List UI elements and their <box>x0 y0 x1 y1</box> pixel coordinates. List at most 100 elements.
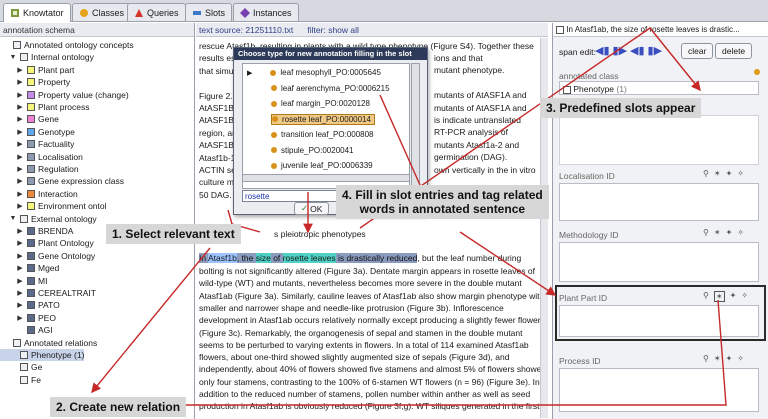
tree-item[interactable]: Ge <box>0 361 42 373</box>
search-icon[interactable]: ⚲ <box>703 169 709 178</box>
type-list-item[interactable]: ▶ leaf mesophyll_PO:0005645 <box>247 67 381 78</box>
expand-icon[interactable]: ▶ <box>247 69 252 77</box>
selected-sentence[interactable]: In Atasf1b, the size of rosette leaves i… <box>199 252 521 264</box>
type-list-item[interactable]: rosette leaf_PO:0000014 <box>271 113 375 125</box>
tab-knowtator[interactable]: Knowtator <box>3 3 71 22</box>
expand-icon[interactable]: ▶ <box>16 252 24 260</box>
span-shrink-left-icon[interactable]: ▮▶ <box>613 44 628 57</box>
tree-item[interactable]: Phenotype (1) <box>0 349 85 361</box>
expand-icon[interactable]: ▶ <box>16 227 24 235</box>
remove-icon[interactable]: ✧ <box>737 228 744 237</box>
ok-button[interactable]: ✓ OK <box>294 202 330 215</box>
expand-icon[interactable]: ▶ <box>16 314 24 322</box>
expand-icon[interactable]: ▶ <box>16 202 24 210</box>
create-icon[interactable]: ✦ <box>726 169 733 178</box>
tree-item[interactable]: AGI <box>0 324 53 336</box>
clear-button[interactable]: clear <box>681 43 714 59</box>
create-icon[interactable]: ✦ <box>726 354 733 363</box>
tree-item[interactable]: Annotated ontology concepts <box>0 39 134 51</box>
filter-value[interactable]: show all <box>328 25 359 35</box>
type-list[interactable]: ▶ leaf mesophyll_PO:0005645leaf aerenchym… <box>242 63 410 189</box>
tree-item[interactable]: ▶ Regulation <box>0 163 78 175</box>
text-source-value[interactable]: 21251110.txt <box>245 25 293 35</box>
remove-icon[interactable]: ✧ <box>737 354 744 363</box>
tree-item[interactable]: ▶ Property <box>0 76 70 88</box>
annotation-gene[interactable]: Atasf1b <box>207 253 237 263</box>
expand-icon[interactable]: ▶ <box>16 128 24 136</box>
tree-item[interactable]: ▶ Mged <box>0 262 59 274</box>
expand-icon[interactable]: ▶ <box>16 78 24 86</box>
tree-item[interactable]: ▶ Gene Ontology <box>0 250 95 262</box>
tree-item[interactable]: ▼ External ontology <box>0 213 97 225</box>
tree-item[interactable]: ▶ Genotype <box>0 126 75 138</box>
expand-icon[interactable]: ▶ <box>16 103 24 111</box>
slot-field-localisation[interactable] <box>559 183 759 221</box>
tree-item[interactable]: Fe <box>0 374 41 386</box>
tree-item[interactable]: Annotated relations <box>0 337 97 349</box>
text-scrollbar[interactable] <box>540 38 548 418</box>
type-list-hscrollbar[interactable] <box>242 174 410 182</box>
tree-item[interactable]: ▶ Environment ontol <box>0 200 106 212</box>
expand-icon[interactable]: ▶ <box>16 140 24 148</box>
search-icon[interactable]: ⚲ <box>703 228 709 237</box>
span-grow-left-icon[interactable]: ◀▮ <box>595 44 610 57</box>
annotated-class-field[interactable]: Phenotype (1) <box>559 81 759 95</box>
annotation-plant-part[interactable]: rosette leaves <box>282 253 336 263</box>
class-picker-icon[interactable] <box>754 69 760 75</box>
tree-item[interactable]: ▶ CEREALTRAIT <box>0 287 96 299</box>
expand-icon[interactable]: ▶ <box>16 264 24 272</box>
collapse-icon[interactable]: ▼ <box>9 215 17 222</box>
collapse-icon[interactable]: ▼ <box>9 54 17 61</box>
expand-icon[interactable]: ▶ <box>16 91 24 99</box>
tree-item[interactable]: ▶ Plant part <box>0 64 74 76</box>
type-list-item[interactable]: juvenile leaf_PO:0006339 <box>271 160 373 171</box>
slot-field-plant-part[interactable] <box>559 305 759 337</box>
type-list-item[interactable]: leaf margin_PO:0020128 <box>271 98 370 109</box>
remove-icon[interactable]: ✧ <box>741 291 748 302</box>
create-icon[interactable]: ✦ <box>726 228 733 237</box>
span-grow-right-icon[interactable]: ▮▶ <box>648 44 663 57</box>
add-instance-icon[interactable]: ✶ <box>714 228 721 237</box>
expand-icon[interactable]: ▶ <box>16 66 24 74</box>
create-icon[interactable]: ✦ <box>730 291 737 302</box>
tab-queries[interactable]: Queries <box>127 3 186 21</box>
slot-field-methodology[interactable] <box>559 242 759 282</box>
slot-field-process[interactable] <box>559 368 759 412</box>
expand-icon[interactable]: ▶ <box>16 165 24 173</box>
type-list-item[interactable]: leaf aerenchyma_PO:0006215 <box>271 83 390 94</box>
annotation-property[interactable]: size <box>255 253 271 263</box>
expand-icon[interactable]: ▶ <box>16 153 24 161</box>
search-icon[interactable]: ⚲ <box>703 354 709 363</box>
expand-icon[interactable]: ▶ <box>16 177 24 185</box>
tree-item[interactable]: ▶ Localisation <box>0 151 83 163</box>
type-list-item[interactable]: transition leaf_PO:000808 <box>271 129 374 140</box>
tab-instances[interactable]: Instances <box>233 3 299 21</box>
tree-item[interactable]: ▶ MI <box>0 275 47 287</box>
add-instance-icon[interactable]: ✶ <box>714 169 721 178</box>
tree-item[interactable]: ▶ Plant Ontology <box>0 237 93 249</box>
tree-item[interactable]: ▶ Property value (change) <box>0 89 128 101</box>
tree-item[interactable]: ▼ Internal ontology <box>0 51 94 63</box>
expand-icon[interactable]: ▶ <box>16 239 24 247</box>
tree-item[interactable]: ▶ PATO <box>0 299 59 311</box>
expand-icon[interactable]: ▶ <box>16 301 24 309</box>
tab-slots[interactable]: Slots <box>185 3 233 21</box>
tree-item[interactable]: ▶ BRENDA <box>0 225 73 237</box>
delete-button[interactable]: delete <box>715 43 753 59</box>
add-instance-icon[interactable]: ✶ <box>713 291 725 302</box>
type-list-scrollbar[interactable] <box>411 63 420 189</box>
expand-icon[interactable]: ▶ <box>16 277 24 285</box>
tree-item[interactable]: ▶ Gene expression class <box>0 175 124 187</box>
add-instance-icon[interactable]: ✶ <box>714 354 721 363</box>
expand-icon[interactable]: ▶ <box>16 115 24 123</box>
type-list-item[interactable]: stipule_PO:0020041 <box>271 145 354 156</box>
span-shrink-right-icon[interactable]: ◀▮ <box>630 44 645 57</box>
tree-item[interactable]: ▶ Plant process <box>0 101 89 113</box>
tab-classes[interactable]: Classes <box>72 3 132 21</box>
remove-icon[interactable]: ✧ <box>737 169 744 178</box>
tree-item[interactable]: ▶ Gene <box>0 113 59 125</box>
expand-icon[interactable]: ▶ <box>16 190 24 198</box>
tree-item[interactable]: ▶ Factuality <box>0 138 74 150</box>
expand-icon[interactable]: ▶ <box>16 289 24 297</box>
tree-item[interactable]: ▶ Interaction <box>0 188 77 200</box>
